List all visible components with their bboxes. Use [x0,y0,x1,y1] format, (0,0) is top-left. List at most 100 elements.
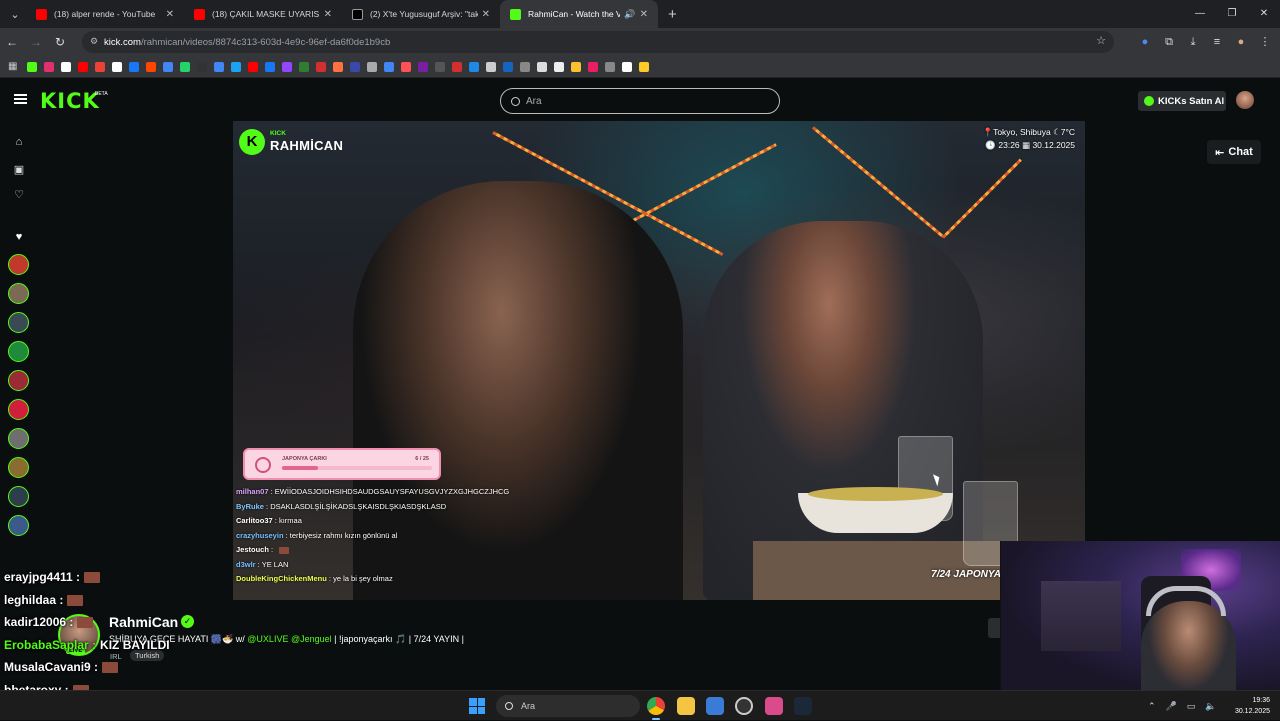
bookmark-icon[interactable] [622,61,632,72]
bookmark-icon[interactable] [265,61,275,72]
bookmark-icon[interactable] [316,61,326,72]
bookmark-icon[interactable] [299,61,309,72]
bookmark-icon[interactable] [435,61,445,72]
bookmark-icon[interactable] [384,61,394,72]
bookmark-icon[interactable] [163,61,173,72]
more-menu-icon[interactable]: ⋮ [1258,35,1272,49]
bookmark-icon[interactable] [554,61,564,72]
bookmark-icon[interactable] [639,61,649,72]
close-tab-icon[interactable]: ✕ [324,9,332,20]
tab-youtube-1[interactable]: (18) alper rende - YouTube ✕ [26,0,184,28]
bookmark-icon[interactable] [27,61,37,72]
bookmark-icon[interactable] [197,61,207,72]
bookmark-icon[interactable] [146,61,156,72]
close-tab-icon[interactable]: ✕ [640,9,648,20]
followed-channel-avatar[interactable] [8,341,29,362]
youtube-icon [36,8,47,20]
tab-x[interactable]: (2) X'te Yugusuguf Arşiv: "takla ✕ [342,0,500,28]
bookmark-icon[interactable] [214,61,224,72]
new-tab-icon[interactable]: + [668,6,677,23]
obs-icon[interactable] [735,697,753,715]
bookmark-icon[interactable] [248,61,258,72]
followed-channel-avatar[interactable] [8,428,29,449]
followed-channel-avatar[interactable] [8,457,29,478]
followed-channel-avatar[interactable] [8,312,29,333]
buy-kicks-button[interactable]: KICKs Satın Al [1138,91,1226,111]
bookmark-icon[interactable] [180,61,190,72]
menu-icon[interactable] [14,94,27,104]
tab-youtube-2[interactable]: (18) ÇAKIL MASKE UYARISI VİR ✕ [184,0,342,28]
kick-logo[interactable]: KICK [40,89,100,113]
followed-channel-avatar[interactable] [8,283,29,304]
site-info-icon[interactable]: ⚙ [90,36,98,47]
title-mention[interactable]: @Jenguel [291,634,332,644]
network-icon[interactable]: ▭ [1187,701,1196,712]
bookmark-icon[interactable] [231,61,241,72]
extensions-icon[interactable]: ⧉ [1162,35,1176,49]
bookmark-icon[interactable] [418,61,428,72]
close-window-icon[interactable]: ✕ [1248,0,1280,28]
bookmark-icon[interactable] [588,61,598,72]
microphone-icon[interactable]: 🎤 [1166,701,1177,712]
home-icon[interactable]: ⌂ [12,135,26,149]
bookmark-icon[interactable] [486,61,496,72]
video-player[interactable]: K KICK RAHMİCAN 📍Tokyo, Shibuya ☾7°C 🕒 2… [233,121,1085,600]
bookmark-icon[interactable] [520,61,530,72]
bookmark-icon[interactable] [571,61,581,72]
chat-toggle-button[interactable]: ⇤ Chat [1207,140,1261,164]
chrome-icon[interactable] [647,697,665,720]
bookmark-icon[interactable] [129,61,139,72]
volume-icon[interactable]: 🔈 [1205,701,1216,712]
app-icon[interactable] [765,697,783,715]
address-bar[interactable]: ⚙ kick.com/rahmican/videos/8874c313-603d… [82,31,1114,53]
bookmark-icon[interactable] [282,61,292,72]
windows-start-icon[interactable] [469,698,485,714]
bookmark-icon[interactable] [78,61,88,72]
close-tab-icon[interactable]: ✕ [166,9,174,20]
forward-icon[interactable]: → [24,35,48,49]
bookmark-star-icon[interactable]: ☆ [1096,34,1106,47]
tab-kick[interactable]: RahmiCan - Watch the VOD 🔊 ✕ [500,0,658,28]
apps-grid-icon[interactable]: ▦ [8,61,20,72]
search-input[interactable]: Ara [500,88,780,114]
bookmark-icon[interactable] [350,61,360,72]
back-icon[interactable]: ← [0,35,24,49]
bookmark-icon[interactable] [605,61,615,72]
bookmark-icon[interactable] [61,61,71,72]
close-tab-icon[interactable]: ✕ [482,9,490,20]
bookmark-icon[interactable] [401,61,411,72]
followed-channel-avatar[interactable] [8,486,29,507]
profile-icon[interactable]: ● [1234,35,1248,49]
download-icon[interactable]: ⤓ [1186,35,1200,49]
media-control-icon[interactable]: ≡ [1210,35,1224,49]
tab-search-icon[interactable]: ⌄ [4,3,26,25]
followed-channel-avatar[interactable] [8,254,29,275]
maximize-icon[interactable]: ❐ [1216,0,1248,28]
following-icon[interactable]: ♡ [12,188,26,202]
taskbar-clock[interactable]: 19:36 30.12.2025 [1235,695,1270,717]
steam-icon[interactable] [794,697,812,715]
followed-channel-avatar[interactable] [8,399,29,420]
bookmark-icon[interactable] [469,61,479,72]
reload-icon[interactable]: ↻ [48,35,72,49]
photos-icon[interactable] [706,697,724,715]
bookmark-icon[interactable] [452,61,462,72]
bookmark-icon[interactable] [503,61,513,72]
extension-blue-icon[interactable]: ● [1138,35,1152,49]
bookmark-icon[interactable] [112,61,122,72]
taskbar-search[interactable]: Ara [496,695,640,717]
browse-icon[interactable]: ▣ [12,163,26,177]
file-explorer-icon[interactable] [677,697,695,715]
user-avatar[interactable] [1236,91,1254,109]
bookmark-icon[interactable] [537,61,547,72]
bookmark-icon[interactable] [95,61,105,72]
bookmark-icon[interactable] [44,61,54,72]
bookmark-icon[interactable] [367,61,377,72]
search-icon [505,702,513,710]
followed-channel-avatar[interactable] [8,370,29,391]
followed-channel-avatar[interactable] [8,515,29,536]
speaker-icon[interactable]: 🔊 [624,9,635,20]
bookmark-icon[interactable] [333,61,343,72]
chevron-up-icon[interactable]: ⌃ [1148,701,1156,712]
minimize-icon[interactable]: — [1184,0,1216,28]
